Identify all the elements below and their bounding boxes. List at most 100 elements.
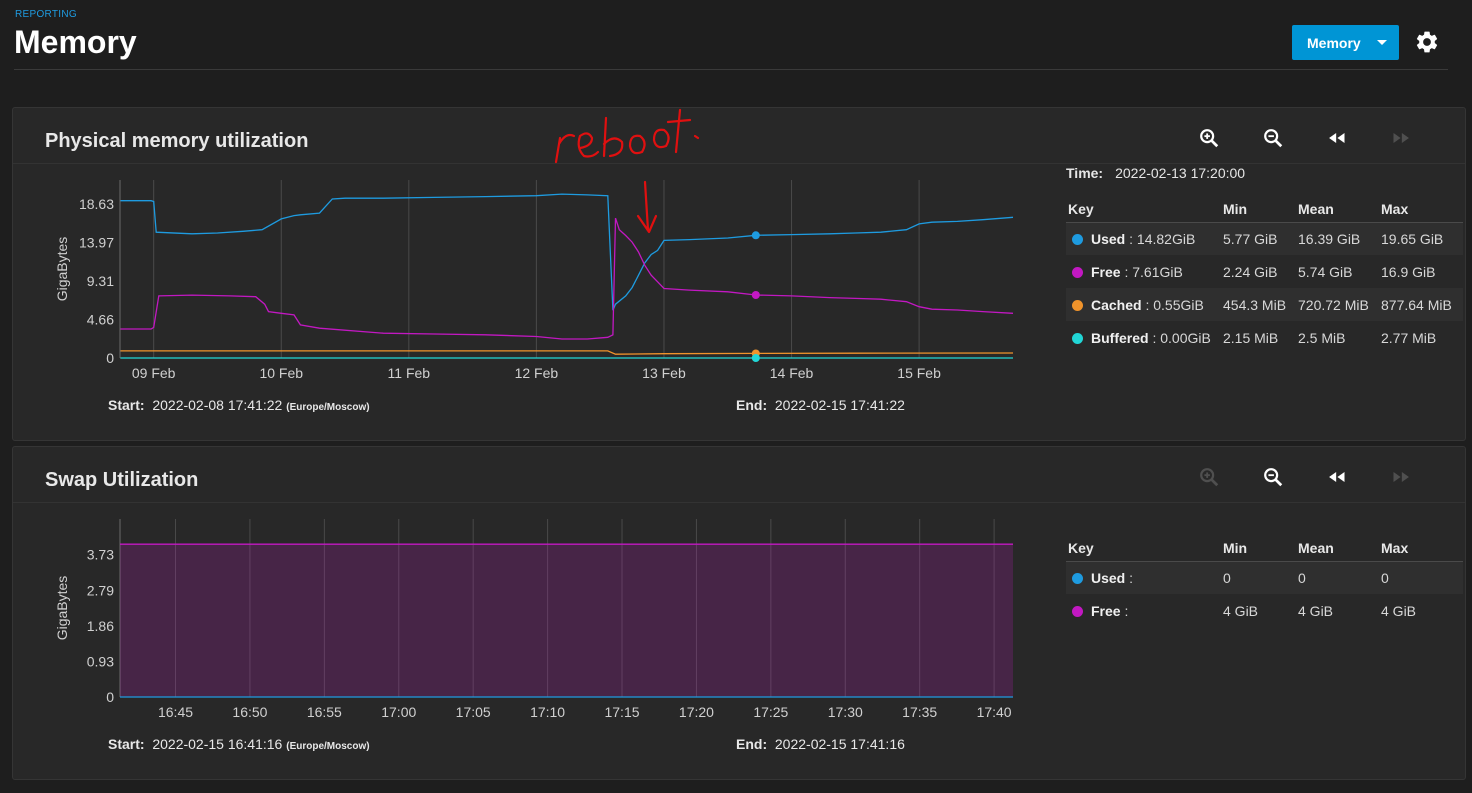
start-value: 2022-02-08 17:41:22 bbox=[152, 397, 283, 413]
x-tick-label: 17:20 bbox=[679, 704, 714, 720]
start-label: Start: bbox=[108, 397, 145, 413]
legend-current-value: : 0.55GiB bbox=[1141, 296, 1204, 313]
zoom-out-button[interactable] bbox=[1261, 126, 1285, 150]
end-label: End: bbox=[736, 736, 768, 752]
series-color-dot bbox=[1072, 605, 1083, 617]
legend-max: 4 GiB bbox=[1381, 602, 1417, 619]
breadcrumb[interactable]: REPORTING bbox=[15, 9, 77, 20]
legend-mean: 0 bbox=[1296, 561, 1379, 594]
physical-memory-chart[interactable]: 09 Feb 10 Feb 11 Feb 12 Feb 13 Feb 14 Feb 15 F… bbox=[13, 168, 1033, 398]
series-color-dot bbox=[1072, 299, 1083, 311]
chevron-down-icon bbox=[1377, 40, 1387, 45]
step-forward-button[interactable] bbox=[1389, 126, 1413, 150]
start-value: 2022-02-15 16:41:16 bbox=[152, 736, 283, 752]
x-tick-label: 12 Feb bbox=[515, 365, 559, 381]
x-tick-label: 17:40 bbox=[977, 704, 1012, 720]
range-start: Start: 2022-02-08 17:41:22 (Europe/Mosco… bbox=[108, 397, 370, 413]
legend-mean: 16.39 GiB bbox=[1296, 222, 1379, 255]
y-tick-label: 1.86 bbox=[87, 618, 114, 634]
fast-forward-icon bbox=[1393, 133, 1409, 143]
legend-min: 2.15 MiB bbox=[1223, 329, 1279, 346]
card-title: Swap Utilization bbox=[45, 469, 199, 491]
zoom-out-button[interactable] bbox=[1261, 465, 1285, 489]
legend-current-value: : bbox=[1125, 569, 1134, 586]
legend-header: Max bbox=[1379, 196, 1463, 223]
y-tick-label: 0.93 bbox=[87, 653, 114, 669]
hover-marker-used bbox=[751, 231, 760, 240]
timezone-label: (Europe/Moscow) bbox=[286, 402, 370, 413]
y-tick-label: 18.63 bbox=[79, 196, 114, 212]
step-back-button[interactable] bbox=[1325, 126, 1349, 150]
legend-min: 2.24 GiB bbox=[1223, 263, 1278, 280]
x-tick-label: 17:25 bbox=[753, 704, 788, 720]
legend-current-value: : 0.00GiB bbox=[1148, 329, 1211, 346]
legend-header: Min bbox=[1221, 535, 1296, 562]
legend-key: Used bbox=[1091, 569, 1126, 586]
range-end: End: 2022-02-15 17:41:22 bbox=[736, 397, 905, 413]
x-tick-label: 10 Feb bbox=[259, 365, 303, 381]
swap-card: Swap Utilization 16:45 16:50 16:55 17:00 17:… bbox=[12, 446, 1466, 780]
legend-row: Used :000 bbox=[1066, 561, 1463, 594]
series-color-dot bbox=[1072, 572, 1083, 584]
x-tick-label: 16:50 bbox=[232, 704, 267, 720]
legend-min: 454.3 MiB bbox=[1221, 288, 1296, 321]
series-area-free bbox=[120, 544, 1013, 697]
legend-header: Max bbox=[1379, 535, 1463, 562]
x-tick-label: 17:35 bbox=[902, 704, 937, 720]
legend-key: Free bbox=[1091, 602, 1121, 619]
zoom-in-button[interactable] bbox=[1197, 465, 1221, 489]
step-forward-button[interactable] bbox=[1389, 465, 1413, 489]
swap-legend-table: Key Min Mean Max Used :0 0 0 Free :4 GiB 4 GiB 4 … bbox=[1066, 535, 1463, 627]
timezone-label: (Europe/Moscow) bbox=[286, 741, 370, 752]
legend-current-value: : bbox=[1120, 602, 1129, 619]
legend-current-value: : 7.61GiB bbox=[1120, 263, 1183, 280]
legend-row: Used : 14.82GiB 5.77 GiB 16.39 GiB 19.65 Gi… bbox=[1066, 222, 1463, 255]
y-tick-label: 9.31 bbox=[87, 273, 114, 289]
y-tick-label: 4.66 bbox=[87, 311, 114, 327]
x-tick-label: 09 Feb bbox=[132, 365, 176, 381]
x-tick-label: 17:05 bbox=[456, 704, 491, 720]
x-tick-label: 17:10 bbox=[530, 704, 565, 720]
time-value: 2022-02-13 17:20:00 bbox=[1115, 165, 1246, 181]
legend-mean: 720.72 MiB bbox=[1296, 288, 1379, 321]
zoom-in-icon bbox=[1200, 129, 1219, 148]
rewind-icon bbox=[1329, 472, 1345, 482]
legend-key: Cached bbox=[1091, 296, 1142, 313]
legend-row: Free : 4 GiB 4 GiB 4 GiB bbox=[1066, 594, 1463, 627]
legend-mean: 5.74 GiB bbox=[1298, 263, 1353, 280]
physical-legend-table: Key Min Mean Max Used : 14.82GiB 5.77 GiB 16.3… bbox=[1066, 196, 1463, 354]
y-tick-label: 2.79 bbox=[87, 582, 114, 598]
hover-marker-buffered bbox=[751, 354, 760, 362]
legend-key: Free bbox=[1091, 263, 1121, 280]
legend-header: Mean bbox=[1296, 535, 1379, 562]
step-back-button[interactable] bbox=[1325, 465, 1349, 489]
legend-row: Buffered : 0.00GiB 2.15 MiB 2.5 MiB 2.77 Mi… bbox=[1066, 321, 1463, 354]
x-tick-label: 15 Feb bbox=[897, 365, 941, 381]
x-tick-label: 11 Feb bbox=[388, 365, 431, 381]
legend-header: Mean bbox=[1296, 196, 1379, 223]
y-axis-label: GigaBytes bbox=[54, 237, 70, 302]
legend-min: 4 GiB bbox=[1223, 602, 1259, 619]
x-tick-label: 17:00 bbox=[381, 704, 416, 720]
x-tick-label: 17:15 bbox=[604, 704, 639, 720]
legend-max: 16.9 GiB bbox=[1381, 263, 1436, 280]
report-select-label: Memory bbox=[1307, 34, 1361, 51]
y-tick-label: 13.97 bbox=[79, 234, 114, 250]
report-select-button[interactable]: Memory bbox=[1292, 25, 1399, 60]
legend-min: 5.77 GiB bbox=[1221, 222, 1296, 255]
zoom-out-icon bbox=[1264, 468, 1283, 487]
zoom-in-button[interactable] bbox=[1197, 126, 1221, 150]
legend-mean: 4 GiB bbox=[1298, 602, 1334, 619]
x-tick-label: 16:55 bbox=[307, 704, 342, 720]
end-label: End: bbox=[736, 397, 768, 413]
legend-min: 0 bbox=[1221, 561, 1296, 594]
gear-icon[interactable] bbox=[1414, 29, 1440, 55]
legend-header: Key bbox=[1066, 535, 1221, 562]
series-line-cached bbox=[120, 350, 1014, 355]
page-title: Memory bbox=[14, 24, 137, 60]
hover-time: Time: 2022-02-13 17:20:00 bbox=[1066, 165, 1245, 181]
x-tick-label: 13 Feb bbox=[642, 365, 686, 381]
swap-chart[interactable]: 16:45 16:50 16:55 17:00 17:05 17:10 17:15 17:20… bbox=[13, 507, 1033, 737]
card-header: Physical memory utilization bbox=[13, 108, 1465, 164]
rewind-icon bbox=[1329, 133, 1345, 143]
